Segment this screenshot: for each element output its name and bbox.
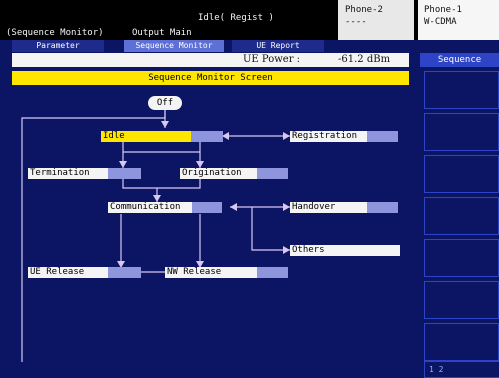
state-origination-label: Origination [180, 168, 257, 179]
sequence-flow-lines [21, 110, 290, 362]
state-handover: Handover [290, 202, 398, 213]
state-registration-label: Registration [290, 131, 367, 142]
state-communication-label: Communication [108, 202, 192, 213]
state-nw-release-indicator [257, 267, 288, 278]
state-registration-indicator [367, 131, 398, 142]
state-origination-indicator [257, 168, 288, 179]
state-handover-label: Handover [290, 202, 367, 213]
state-nw-release: NW Release [165, 267, 288, 278]
state-nw-release-label: NW Release [165, 267, 257, 278]
state-handover-indicator [367, 202, 398, 213]
state-ue-release-label: UE Release [28, 267, 108, 278]
state-others-label: Others [290, 245, 400, 256]
state-communication-indicator [192, 202, 222, 213]
state-termination-indicator [108, 168, 141, 179]
state-idle: Idle [101, 131, 223, 142]
state-termination: Termination [28, 168, 141, 179]
state-registration: Registration [290, 131, 398, 142]
state-idle-label: Idle [101, 131, 191, 142]
state-off: Off [148, 96, 182, 110]
state-others: Others [290, 245, 400, 256]
state-termination-label: Termination [28, 168, 108, 179]
state-ue-release: UE Release [28, 267, 141, 278]
state-ue-release-indicator [108, 267, 141, 278]
state-idle-indicator [191, 131, 223, 142]
state-origination: Origination [180, 168, 288, 179]
state-communication: Communication [108, 202, 222, 213]
